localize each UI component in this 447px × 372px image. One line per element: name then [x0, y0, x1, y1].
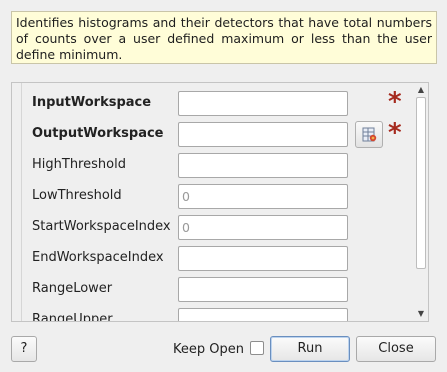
run-button[interactable]: Run — [270, 336, 350, 362]
property-input[interactable]: 0 — [178, 184, 348, 209]
property-row: EndWorkspaceIndex — [22, 246, 411, 272]
property-input[interactable] — [178, 308, 348, 321]
scroll-up-arrow-icon[interactable]: ▲ — [414, 83, 428, 97]
help-button[interactable]: ? — [11, 336, 37, 362]
property-row: InputWorkspace * — [22, 87, 411, 117]
property-input[interactable] — [178, 277, 348, 302]
property-label: EndWorkspaceIndex — [32, 250, 164, 265]
properties-panel: InputWorkspace * OutputWorkspace * HighThres… — [11, 82, 429, 322]
property-label: HighThreshold — [32, 157, 126, 172]
scrollbar-thumb[interactable] — [416, 97, 426, 269]
property-row: RangeUpper — [22, 308, 411, 322]
property-label: StartWorkspaceIndex — [32, 219, 171, 234]
property-input[interactable] — [178, 246, 348, 271]
workspace-table-icon — [362, 127, 377, 142]
close-button[interactable]: Close — [356, 336, 436, 362]
keep-open-label: Keep Open — [173, 342, 244, 357]
property-input[interactable] — [178, 153, 348, 178]
property-input[interactable] — [178, 91, 348, 116]
property-label: OutputWorkspace — [32, 126, 164, 141]
property-row: OutputWorkspace * — [22, 118, 411, 148]
scrollbar-track[interactable] — [416, 97, 426, 307]
property-label: RangeUpper — [32, 312, 113, 322]
property-label: LowThreshold — [32, 188, 122, 203]
property-row: HighThreshold — [22, 153, 411, 179]
required-asterisk-icon: * — [388, 118, 402, 148]
property-label: RangeLower — [32, 281, 113, 296]
workspace-browse-button[interactable] — [355, 121, 383, 148]
scroll-down-arrow-icon[interactable]: ▼ — [414, 307, 428, 321]
property-input[interactable] — [178, 122, 348, 147]
keep-open-checkbox[interactable] — [250, 341, 264, 355]
properties-list: InputWorkspace * OutputWorkspace * HighThres… — [21, 83, 411, 322]
property-label: InputWorkspace — [32, 95, 152, 110]
property-row: LowThreshold 0 — [22, 184, 411, 210]
property-row: StartWorkspaceIndex 0 — [22, 215, 411, 241]
property-input[interactable]: 0 — [178, 215, 348, 240]
required-asterisk-icon: * — [388, 87, 402, 117]
property-row: RangeLower — [22, 277, 411, 303]
vertical-scrollbar[interactable]: ▲ ▼ — [414, 83, 428, 321]
algorithm-description: Identifies histograms and their detector… — [11, 11, 437, 64]
